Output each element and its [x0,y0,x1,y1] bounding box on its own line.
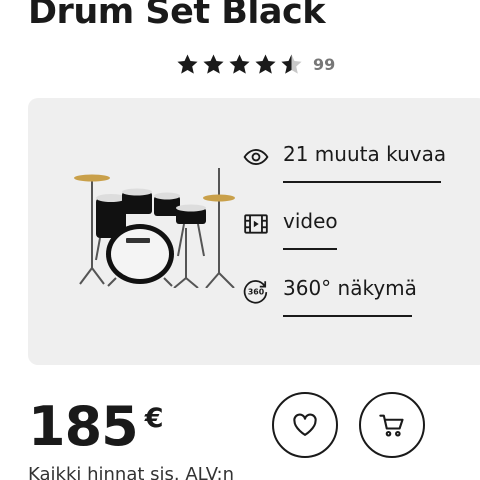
wishlist-button[interactable] [272,392,338,458]
more-images-link[interactable]: 21 muuta kuvaa [243,140,447,207]
star-half-icon [281,53,302,74]
view-360-label: 360° näkymä [283,276,417,300]
view-360-link[interactable]: 360 360° näkymä [243,274,443,341]
view-360-underline [283,315,412,317]
price-value: 185 [28,395,139,458]
star-icon [177,53,198,74]
add-to-cart-button[interactable] [359,392,425,458]
product-price: 185 € [28,395,164,459]
video-underline [283,248,337,250]
star-icon [255,53,276,74]
media-links: 21 muuta kuvaa video 360 360° näkymä [243,140,447,341]
film-icon [244,214,268,234]
video-label: video [283,209,338,233]
star-icon [229,53,250,74]
svg-text:360: 360 [248,287,265,296]
more-images-underline [283,181,441,183]
rotate-360-icon: 360 [243,280,268,304]
more-images-label: 21 muuta kuvaa [283,142,447,166]
product-rating[interactable]: 99 [176,50,335,78]
rating-count[interactable]: 99 [313,55,335,74]
price-currency: € [144,403,164,434]
rating-stars [176,53,303,76]
media-panel: 21 muuta kuvaa video 360 360° näkymä [28,98,480,365]
eye-icon [243,149,269,165]
video-link[interactable]: video [243,207,443,274]
tax-note: Kaikki hinnat sis. ALV:n [28,464,235,480]
star-icon [203,53,224,74]
cart-icon [379,414,404,437]
product-title: Drum Set Black [28,0,326,32]
drum-set-image[interactable] [56,138,236,288]
heart-icon [293,413,317,436]
